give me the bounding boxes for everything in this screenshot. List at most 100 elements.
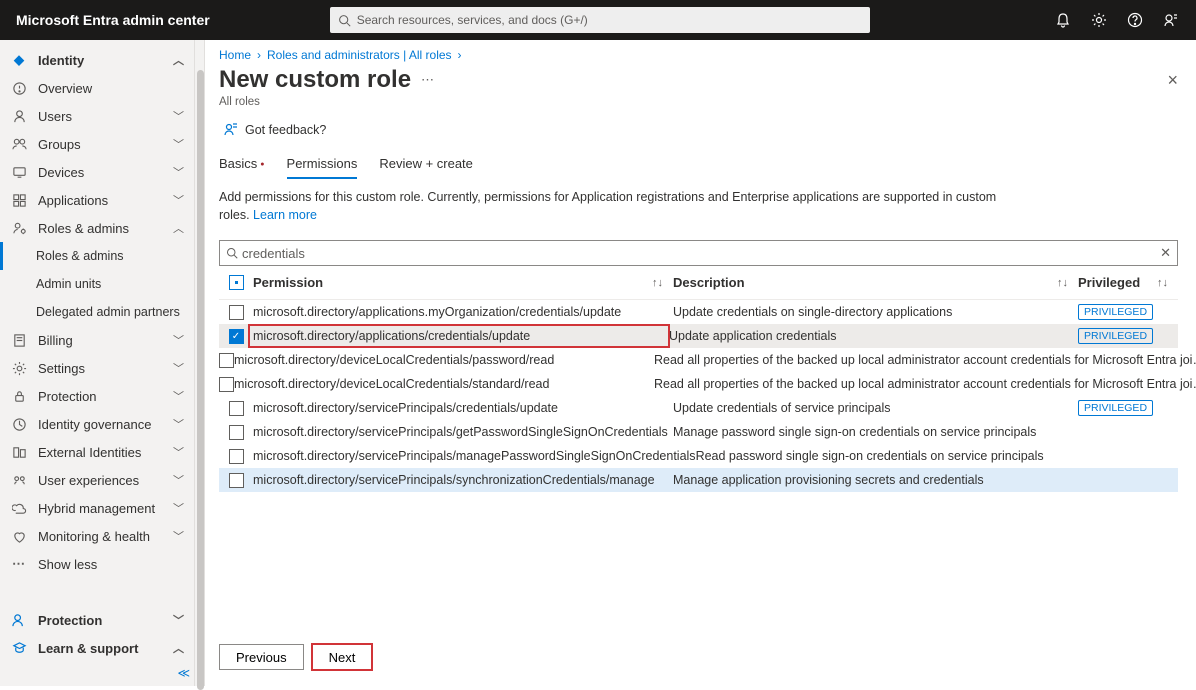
row-checkbox[interactable]	[219, 377, 234, 392]
notifications-icon[interactable]	[1054, 11, 1072, 29]
feedback-link[interactable]: Got feedback?	[223, 122, 1178, 138]
sidebar-item-label: Groups	[38, 137, 81, 152]
permission-row[interactable]: microsoft.directory/servicePrincipals/cr…	[219, 396, 1178, 420]
feedback-icon[interactable]	[1162, 11, 1180, 29]
breadcrumb: Home › Roles and administrators | All ro…	[219, 48, 1178, 62]
chevron-down-icon: ﹀	[173, 528, 184, 544]
settings-icon	[10, 359, 28, 377]
breadcrumb-link[interactable]: Home	[219, 48, 251, 62]
sidebar-item-external-identities[interactable]: External Identities﹀	[0, 438, 194, 466]
previous-button[interactable]: Previous	[219, 644, 304, 670]
sort-icon[interactable]: ↑↓	[652, 277, 663, 289]
settings-icon[interactable]	[1090, 11, 1108, 29]
sidebar-subitem-roles-admins[interactable]: Roles & admins	[0, 242, 194, 270]
sidebar-item-billing[interactable]: Billing﹀	[0, 326, 194, 354]
breadcrumb-link[interactable]: Roles and administrators | All roles	[267, 48, 452, 62]
permission-description: Update application credentials	[669, 329, 836, 343]
sidebar-item-protection[interactable]: Protection﹀	[0, 382, 194, 410]
sidebar-subitem-delegated-admin-partners[interactable]: Delegated admin partners	[0, 298, 194, 326]
global-search[interactable]: Search resources, services, and docs (G+…	[330, 7, 870, 33]
sidebar-item-label: Overview	[38, 81, 92, 96]
page-subtitle: All roles	[219, 96, 1178, 108]
sidebar-item-roles-admins[interactable]: Roles & admins︿	[0, 214, 194, 242]
groups-icon	[10, 135, 28, 153]
permission-row[interactable]: microsoft.directory/servicePrincipals/ma…	[219, 444, 1178, 468]
permission-description: Update credentials on single-directory a…	[673, 305, 952, 319]
col-privileged[interactable]: Privileged	[1078, 275, 1140, 290]
permissions-filter-input[interactable]: credentials ✕	[219, 240, 1178, 266]
help-icon[interactable]	[1126, 11, 1144, 29]
chevron-down-icon: ﹀	[173, 388, 184, 404]
scrollbar-thumb[interactable]	[197, 70, 204, 690]
sidebar-item-label: Billing	[38, 333, 73, 348]
row-checkbox[interactable]	[229, 401, 244, 416]
row-checkbox[interactable]: ✓	[229, 329, 244, 344]
clear-filter-icon[interactable]: ✕	[1160, 245, 1171, 261]
permission-row[interactable]: microsoft.directory/deviceLocalCredentia…	[219, 372, 1178, 396]
sidebar-item-users[interactable]: Users﹀	[0, 102, 194, 130]
sidebar-section-identity[interactable]: ◆ Identity ︿	[0, 46, 194, 74]
privileged-badge: PRIVILEGED	[1078, 328, 1153, 344]
collapse-sidebar-button[interactable]: ≪	[177, 666, 190, 680]
search-icon	[338, 14, 351, 27]
col-permission[interactable]: Permission	[253, 275, 323, 290]
sort-icon[interactable]: ↑↓	[1157, 277, 1168, 289]
health-icon	[10, 527, 28, 545]
sidebar-label: Protection	[38, 613, 102, 628]
search-icon	[226, 247, 238, 259]
next-button[interactable]: Next	[312, 644, 373, 670]
permission-row[interactable]: microsoft.directory/deviceLocalCredentia…	[219, 348, 1178, 372]
row-checkbox[interactable]	[219, 353, 234, 368]
permission-row[interactable]: ✓microsoft.directory/applications/creden…	[219, 324, 1178, 348]
sidebar-section-protection[interactable]: Protection ﹀	[0, 606, 194, 634]
privileged-badge: PRIVILEGED	[1078, 304, 1153, 320]
feedback-text: Got feedback?	[245, 123, 326, 137]
sidebar-item-overview[interactable]: Overview	[0, 74, 194, 102]
permission-row[interactable]: microsoft.directory/servicePrincipals/ge…	[219, 420, 1178, 444]
more-actions-icon[interactable]: ⋯	[421, 72, 434, 88]
tab-review[interactable]: Review + create	[379, 150, 473, 179]
billing-icon	[10, 331, 28, 349]
ux-icon	[10, 471, 28, 489]
close-button[interactable]: ×	[1167, 70, 1178, 91]
sidebar-subitem-admin-units[interactable]: Admin units	[0, 270, 194, 298]
sidebar-item-devices[interactable]: Devices﹀	[0, 158, 194, 186]
permission-name: microsoft.directory/servicePrincipals/ma…	[253, 449, 696, 463]
col-description[interactable]: Description	[673, 275, 745, 290]
learn-more-link[interactable]: Learn more	[253, 208, 317, 222]
chevron-up-icon: ︿	[173, 640, 184, 656]
row-checkbox[interactable]	[229, 425, 244, 440]
permission-name: microsoft.directory/applications.myOrgan…	[253, 305, 621, 319]
permissions-table-header: Permission ↑↓ Description ↑↓ Privileged ↑↓	[219, 266, 1178, 300]
sidebar-item-settings[interactable]: Settings﹀	[0, 354, 194, 382]
sidebar: ◆ Identity ︿ OverviewUsers﹀Groups﹀Device…	[0, 40, 195, 686]
sidebar-item-monitoring-health[interactable]: Monitoring & health﹀	[0, 522, 194, 550]
protection-icon	[10, 387, 28, 405]
sidebar-item-applications[interactable]: Applications﹀	[0, 186, 194, 214]
permission-row[interactable]: microsoft.directory/applications.myOrgan…	[219, 300, 1178, 324]
permission-row[interactable]: microsoft.directory/servicePrincipals/sy…	[219, 468, 1178, 492]
row-checkbox[interactable]	[229, 305, 244, 320]
governance-icon	[10, 415, 28, 433]
sidebar-item-user-experiences[interactable]: User experiences﹀	[0, 466, 194, 494]
feedback-person-icon	[223, 122, 239, 138]
permission-description: Manage application provisioning secrets …	[673, 473, 984, 487]
row-checkbox[interactable]	[229, 473, 244, 488]
sidebar-section-learn[interactable]: Learn & support ︿	[0, 634, 194, 662]
sidebar-item-identity-governance[interactable]: Identity governance﹀	[0, 410, 194, 438]
showless-icon: ⋯	[10, 555, 28, 573]
row-checkbox[interactable]	[229, 449, 244, 464]
sort-icon[interactable]: ↑↓	[1057, 277, 1068, 289]
sidebar-item-label: Devices	[38, 165, 84, 180]
sidebar-item-label: Admin units	[36, 277, 101, 291]
sidebar-item-show-less[interactable]: ⋯Show less	[0, 550, 194, 578]
topbar: Microsoft Entra admin center Search reso…	[0, 0, 1196, 40]
tab-basics[interactable]: Basics	[219, 150, 265, 179]
permission-description: Read password single sign-on credentials…	[696, 449, 1044, 463]
select-all-checkbox[interactable]	[229, 275, 244, 290]
tab-permissions[interactable]: Permissions	[287, 150, 358, 179]
sidebar-item-hybrid-management[interactable]: Hybrid management﹀	[0, 494, 194, 522]
privileged-badge: PRIVILEGED	[1078, 400, 1153, 416]
sidebar-item-groups[interactable]: Groups﹀	[0, 130, 194, 158]
chevron-down-icon: ﹀	[173, 360, 184, 376]
